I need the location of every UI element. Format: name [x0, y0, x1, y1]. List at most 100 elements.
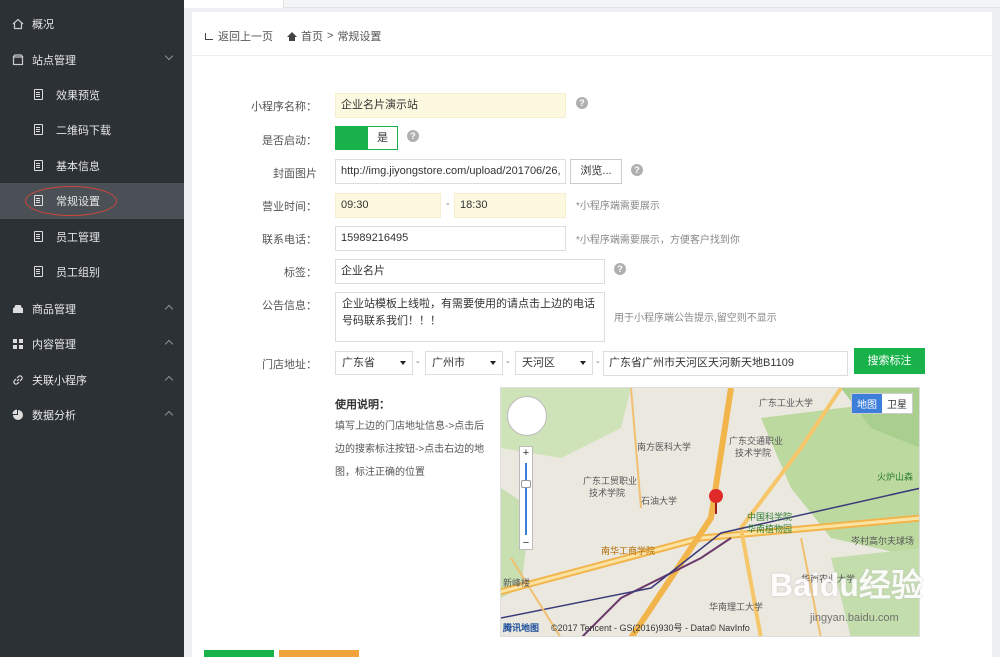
toggle-on-indicator	[336, 127, 368, 149]
map-type-satellite-button[interactable]: 卫星	[882, 394, 912, 413]
hours-hint: *小程序端需要展示	[576, 201, 660, 212]
help-icon[interactable]: ?	[614, 263, 626, 275]
sidebar-item-label: 基本信息	[56, 161, 100, 173]
sidebar-item-overview[interactable]: 概况	[0, 6, 184, 42]
tag-input[interactable]: 企业名片	[335, 259, 605, 284]
save-button[interactable]	[204, 650, 274, 657]
dropdown-arrow-icon	[400, 361, 406, 365]
map-poi-label: 技术学院	[589, 488, 626, 498]
map-poi-label: 岑村高尔夫球场	[851, 536, 915, 546]
home-link[interactable]: 首页	[301, 28, 323, 44]
notice-label: 公告信息：	[262, 300, 317, 312]
sidebar-item-label: 概况	[32, 19, 54, 31]
back-arrow-icon	[205, 32, 213, 40]
map-poi-label: 火炉山森	[877, 472, 914, 482]
address-dash: -	[596, 356, 600, 368]
doc-icon	[34, 231, 46, 243]
map-footer: 腾讯地图 ©2017 Tencent - GS(2016)930号 - Data…	[503, 621, 750, 634]
divider	[192, 55, 992, 56]
dropdown-arrow-icon	[490, 361, 496, 365]
zoom-track	[525, 463, 527, 535]
zoom-slider-handle[interactable]	[521, 480, 531, 488]
sidebar-item-qrcode[interactable]: 二维码下载	[0, 112, 184, 148]
chevron-up-icon	[164, 375, 174, 385]
usage-line: 图，标注正确的位置	[335, 467, 425, 478]
sidebar-item-analytics[interactable]: 数据分析	[0, 397, 184, 433]
address-dash: -	[416, 356, 420, 368]
box-icon	[12, 303, 24, 315]
map-poi-label: 南华工商学院	[601, 546, 656, 556]
phone-input[interactable]: 15989216495	[335, 226, 566, 251]
city-select[interactable]: 广州市	[425, 351, 503, 375]
sidebar-item-general-settings[interactable]: 常规设置	[0, 183, 184, 219]
tab-active[interactable]	[184, 0, 284, 8]
chevron-up-icon	[164, 339, 174, 349]
sidebar-item-label: 数据分析	[32, 410, 76, 422]
phone-label: 联系电话：	[262, 234, 317, 246]
sidebar-item-content[interactable]: 内容管理	[0, 326, 184, 362]
sidebar-item-preview[interactable]: 效果预览	[0, 77, 184, 113]
name-label: 小程序名称：	[251, 101, 317, 113]
breadcrumb-separator: >	[327, 30, 334, 42]
sidebar-item-basic-info[interactable]: 基本信息	[0, 148, 184, 184]
usage-line: 填写上边的门店地址信息->点击后	[335, 421, 485, 432]
back-link[interactable]: 返回上一页	[218, 28, 273, 44]
sidebar-item-staff[interactable]: 员工管理	[0, 219, 184, 255]
map-copyright: ©2017 Tencent - GS(2016)930号 - Data© Nav…	[551, 623, 750, 633]
map-type-map-button[interactable]: 地图	[852, 394, 882, 413]
chevron-down-icon	[164, 51, 174, 61]
zoom-control[interactable]: + −	[519, 446, 533, 550]
hours-dash: -	[446, 198, 450, 210]
enabled-label: 是否启动：	[262, 135, 317, 147]
sidebar-item-label: 员工组别	[56, 267, 100, 279]
help-icon[interactable]: ?	[576, 97, 588, 109]
reset-button[interactable]	[279, 650, 359, 657]
sidebar: 概况 站点管理 效果预览 二维码下载 基本信息 常规设置 员工管理 员工组别 商…	[0, 0, 184, 657]
sidebar-item-products[interactable]: 商品管理	[0, 291, 184, 327]
street-input[interactable]: 广东省广州市天河区天河新天地B1109	[603, 351, 848, 376]
zoom-in-button[interactable]: +	[520, 447, 532, 459]
hours-start-input[interactable]: 09:30	[335, 193, 441, 218]
cover-url-input[interactable]: http://img.jiyongstore.com/upload/201706…	[335, 159, 566, 184]
usage-text: 填写上边的门店地址信息->点击后 边的搜索标注按钮->点击右边的地 图，标注正确…	[335, 415, 495, 484]
sidebar-item-site-management[interactable]: 站点管理	[0, 42, 184, 78]
chevron-up-icon	[164, 410, 174, 420]
map-poi-label: 新峰楼	[503, 578, 531, 588]
chevron-up-icon	[164, 304, 174, 314]
map-poi-label: 石油大学	[641, 496, 678, 506]
doc-icon	[34, 89, 46, 101]
browse-button[interactable]: 浏览...	[570, 159, 622, 184]
pan-control[interactable]	[507, 396, 547, 436]
sidebar-item-staff-groups[interactable]: 员工组别	[0, 254, 184, 290]
watermark-url: jingyan.baidu.com	[810, 612, 899, 624]
sidebar-item-label: 商品管理	[32, 304, 76, 316]
tab-strip	[184, 0, 1000, 8]
help-icon[interactable]: ?	[631, 164, 643, 176]
usage-line: 边的搜索标注按钮->点击右边的地	[335, 444, 485, 455]
grid-icon	[12, 338, 24, 350]
tag-label: 标签：	[284, 267, 317, 279]
sidebar-item-label: 内容管理	[32, 339, 76, 351]
zoom-out-button[interactable]: −	[520, 537, 532, 549]
name-input[interactable]: 企业名片演示站	[335, 93, 566, 118]
hours-label: 营业时间：	[262, 201, 317, 213]
map-type-switch: 地图 卫星	[851, 393, 913, 414]
pie-icon	[12, 409, 24, 421]
province-select[interactable]: 广东省	[335, 351, 413, 375]
tencent-map-logo: 腾讯地图	[503, 623, 540, 633]
district-select[interactable]: 天河区	[515, 351, 593, 375]
hours-end-input[interactable]: 18:30	[454, 193, 566, 218]
enabled-toggle[interactable]: 是	[335, 126, 398, 150]
breadcrumb-current: 常规设置	[337, 31, 382, 43]
doc-icon	[34, 266, 46, 278]
doc-icon	[34, 195, 46, 207]
sidebar-item-linked-miniapp[interactable]: 关联小程序	[0, 362, 184, 398]
notice-textarea[interactable]: 企业站模板上线啦，有需要使用的请点击上边的电话号码联系我们！！！	[335, 292, 605, 342]
search-mark-button[interactable]: 搜索标注	[854, 348, 925, 374]
address-dash: -	[506, 356, 510, 368]
store-icon	[12, 54, 24, 66]
sidebar-item-label: 效果预览	[56, 90, 100, 102]
help-icon[interactable]: ?	[407, 130, 419, 142]
province-value: 广东省	[342, 357, 375, 369]
address-label: 门店地址：	[262, 359, 317, 371]
